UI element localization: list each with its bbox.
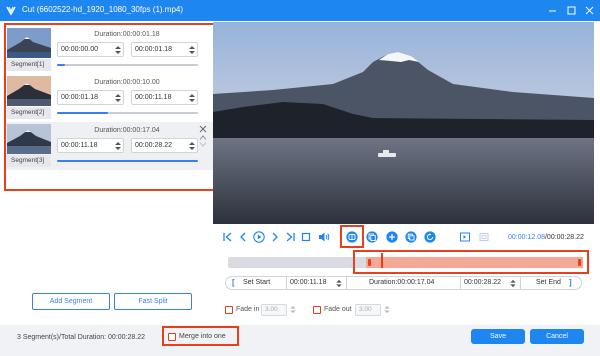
range-start-field[interactable]: 00:00:11.18	[290, 277, 326, 289]
divider	[286, 277, 287, 289]
set-start-button[interactable]: Set Start	[243, 277, 270, 289]
minimize-icon[interactable]	[546, 4, 559, 17]
current-time: 00:00:12.08	[508, 234, 545, 241]
add-icon[interactable]	[386, 231, 398, 243]
footer-status: 3 Segment(s)/Total Duration: 00:00:28.22	[17, 334, 146, 341]
timeline-highlight	[353, 250, 589, 274]
range-end-field[interactable]: 00:00:28.22	[464, 277, 501, 289]
time-readout: 00:00:12.08/00:00:28.22	[508, 234, 584, 241]
fade-in-label: Fade in	[236, 306, 260, 313]
maximize-icon[interactable]	[565, 4, 578, 17]
video-preview[interactable]	[213, 22, 594, 224]
reset-icon[interactable]	[424, 231, 436, 243]
title-bar: Cut (6602522-hd_1920_1080_30fps (1).mp4)	[0, 0, 600, 21]
spinner-icon[interactable]	[510, 279, 516, 288]
volume-icon[interactable]	[318, 231, 330, 243]
window-title: Cut (6602522-hd_1920_1080_30fps (1).mp4)	[22, 5, 184, 14]
previous-frame-icon[interactable]	[237, 231, 249, 243]
duplicate-icon[interactable]	[405, 231, 417, 243]
fade-out-label: Fade out	[324, 306, 352, 313]
play-icon[interactable]	[253, 231, 265, 243]
set-end-button[interactable]: Set End	[536, 277, 561, 289]
bracket-open-icon: [	[232, 278, 235, 287]
merge-highlight	[162, 326, 239, 346]
divider	[346, 277, 347, 289]
fast-split-button[interactable]: Fast Split	[114, 293, 192, 310]
spinner-icon[interactable]	[290, 305, 296, 314]
bracket-close-icon: ]	[569, 278, 572, 287]
close-icon[interactable]	[583, 4, 596, 17]
go-to-end-icon[interactable]	[284, 231, 296, 243]
range-bar: [ Set Start 00:00:11.18 Duration:00:00:1…	[225, 276, 582, 290]
copy-segment-icon[interactable]	[366, 231, 378, 243]
divider	[520, 277, 521, 289]
segment-list-highlight	[4, 23, 216, 191]
spinner-icon[interactable]	[336, 279, 342, 288]
fade-in-field[interactable]: 3.00	[261, 304, 287, 316]
fade-in-checkbox[interactable]	[225, 306, 233, 314]
spinner-icon[interactable]	[384, 305, 390, 314]
range-duration: Duration:00:00:17.04	[369, 279, 435, 286]
jump-to-icon[interactable]	[459, 231, 471, 243]
next-frame-icon[interactable]	[269, 231, 281, 243]
fade-out-field[interactable]: 3.00	[355, 304, 381, 316]
total-time: /00:00:28.22	[544, 234, 584, 241]
stop-icon[interactable]	[300, 231, 312, 243]
cancel-button[interactable]: Cancel	[530, 329, 584, 344]
add-segment-button[interactable]: Add Segment	[32, 293, 110, 310]
divider	[460, 277, 461, 289]
crop-icon[interactable]	[478, 231, 490, 243]
fade-out-checkbox[interactable]	[313, 306, 321, 314]
go-to-start-icon[interactable]	[222, 231, 234, 243]
app-logo-icon	[6, 6, 16, 16]
save-button[interactable]: Save	[471, 329, 525, 344]
split-icon-highlight	[340, 225, 364, 248]
